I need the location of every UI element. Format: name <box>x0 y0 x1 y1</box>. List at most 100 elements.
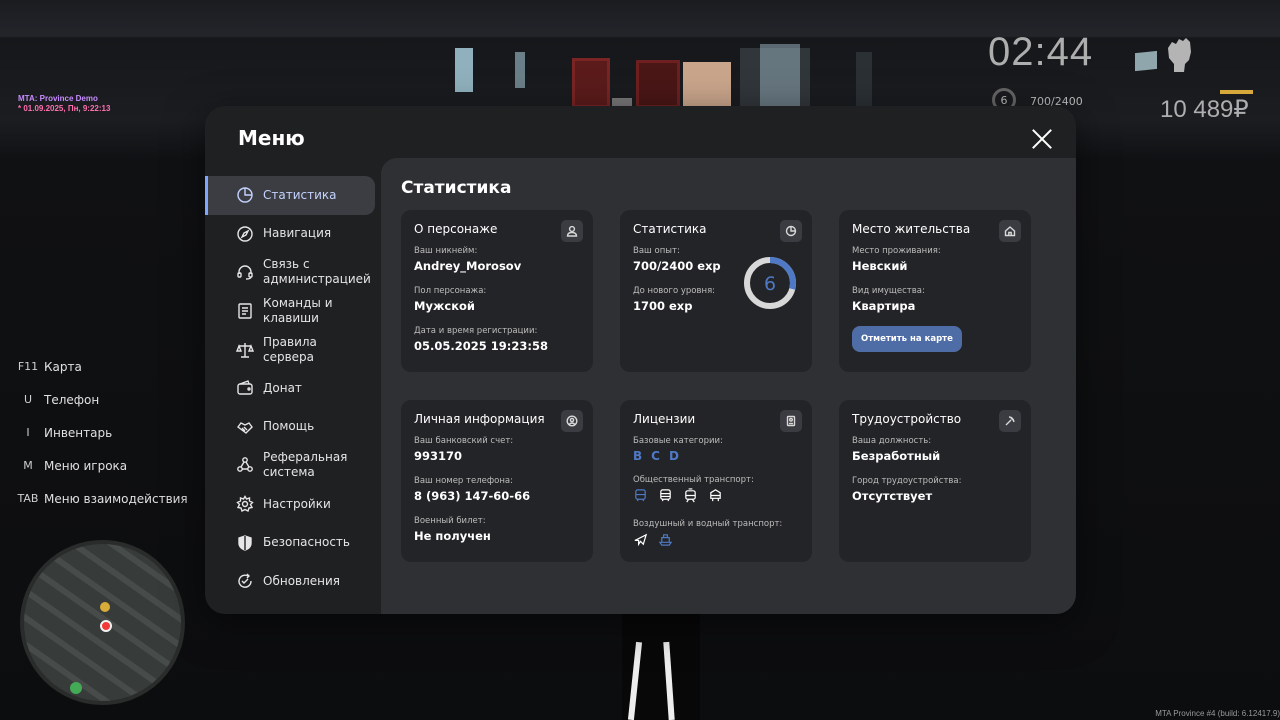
money-bar <box>1220 90 1253 94</box>
hotkey-row: F11 Карта <box>12 350 188 383</box>
sidebar-item-referral[interactable]: Реферальная система <box>205 446 381 485</box>
sidebar-item-label: Помощь <box>263 419 315 434</box>
building-window <box>760 44 800 110</box>
user-icon <box>561 220 583 242</box>
hud-money: 10 489₽ <box>1160 96 1249 123</box>
user-circle-icon <box>561 410 583 432</box>
minimap <box>20 540 185 705</box>
gender-value: Мужской <box>414 299 475 313</box>
field-label: Общественный транспорт: <box>633 475 754 485</box>
air-water-transport-icons <box>633 532 799 551</box>
player-marker-icon <box>100 620 112 632</box>
sidebar-item-label: Обновления <box>263 573 341 588</box>
military-id-value: Не получен <box>414 529 491 543</box>
card-title: Место жительства <box>852 222 971 236</box>
menu-title: Меню <box>238 126 305 150</box>
hotkey-key: TAB <box>17 492 39 505</box>
employment-card: Трудоустройство Ваша должность: Безработ… <box>839 400 1031 562</box>
hotkey-row: TAB Меню взаимодействия <box>12 482 188 515</box>
boat-icon <box>658 532 673 551</box>
sidebar-item-label: Правила сервера <box>263 334 317 364</box>
field-label: Военный билет: <box>414 516 486 526</box>
card-title: Личная информация <box>414 412 545 426</box>
map-marker-icon <box>100 602 110 612</box>
build-info: MTA Province #4 (build: 6.12417.9) <box>1155 709 1280 718</box>
sidebar-item-admin-contact[interactable]: Связь с администрацией <box>205 253 381 292</box>
sidebar-item-statistics[interactable]: Статистика <box>205 176 375 215</box>
license-category: B <box>633 449 643 463</box>
mark-on-map-button[interactable]: Отметить на карте <box>852 326 962 352</box>
sidebar-item-rules[interactable]: Правила сервера <box>205 330 381 369</box>
sidebar-item-security[interactable]: Безопасность <box>205 523 381 562</box>
field-label: Базовые категории: <box>633 436 723 446</box>
hotkey-list: F11 Карта U Телефон I Инвентарь M Меню игрок… <box>12 350 188 515</box>
hotkey-label: Карта <box>44 359 82 374</box>
sidebar-item-settings[interactable]: Настройки <box>205 485 381 524</box>
card-title: О персонаже <box>414 222 498 236</box>
building-window <box>1135 50 1157 72</box>
residence-card: Место жительства Место проживания: Невск… <box>839 210 1031 372</box>
field-label: Место проживания: <box>852 246 941 256</box>
hotkey-label: Меню взаимодействия <box>44 491 188 506</box>
licenses-card: Лицензии Базовые категории: B C D Общест… <box>620 400 812 562</box>
hotkey-key: U <box>23 393 33 406</box>
tram-icon <box>683 488 698 507</box>
field-label: Вид имущества: <box>852 286 925 296</box>
character-card: О персонаже Ваш никнейм: Andrey_Morosov … <box>401 210 593 372</box>
scales-icon <box>235 341 255 359</box>
network-icon <box>236 456 254 474</box>
field-label: Город трудоустройства: <box>852 476 962 486</box>
sidebar-item-label: Статистика <box>263 187 337 202</box>
stats-content: Статистика О персонаже Ваш никнейм: Andr… <box>381 158 1076 614</box>
sidebar-item-label: Навигация <box>263 226 332 241</box>
player-character <box>622 612 700 720</box>
hotkey-key: F11 <box>17 360 39 373</box>
hotkey-row: M Меню игрока <box>12 449 188 482</box>
field-label: Ваш никнейм: <box>414 246 478 256</box>
sidebar-item-label: Связь с администрацией <box>263 257 371 287</box>
building-window <box>515 52 525 88</box>
map-marker-icon <box>70 682 82 694</box>
sidebar-item-help[interactable]: Помощь <box>205 408 381 447</box>
card-title: Лицензии <box>633 412 696 426</box>
pickaxe-icon <box>999 410 1021 432</box>
bus-icon <box>633 488 648 507</box>
sidebar-item-label: Команды и клавиши <box>263 296 333 326</box>
document-icon <box>236 302 254 320</box>
building-window <box>455 48 473 92</box>
compass-icon <box>236 225 254 243</box>
sidebar-item-commands[interactable]: Команды и клавиши <box>205 292 381 331</box>
server-tag: MTA: Province Demo * 01.09.2025, Пн, 9:2… <box>18 94 110 114</box>
sidebar-item-donate[interactable]: Донат <box>205 369 381 408</box>
close-button[interactable] <box>1031 128 1053 150</box>
license-category: C <box>651 449 660 463</box>
trolleybus-icon <box>708 488 723 507</box>
hotkey-key: M <box>23 459 33 472</box>
nickname-value: Andrey_Morosov <box>414 259 522 273</box>
sidebar-item-updates[interactable]: Обновления <box>205 562 381 601</box>
building-door <box>572 58 610 108</box>
menu-sidebar: Статистика Навигация Связь с администрац… <box>205 176 381 601</box>
pie-chart-icon <box>780 220 802 242</box>
sidebar-item-label: Донат <box>263 380 302 395</box>
registration-value: 05.05.2025 19:23:58 <box>414 339 548 353</box>
position-value: Безработный <box>852 449 941 463</box>
sidebar-item-label: Безопасность <box>263 535 350 550</box>
sidebar-item-label: Настройки <box>263 496 331 511</box>
hotkey-label: Телефон <box>44 392 100 407</box>
license-icon <box>780 410 802 432</box>
sidebar-item-navigation[interactable]: Навигация <box>205 215 381 254</box>
hotkey-label: Меню игрока <box>44 458 128 473</box>
headset-icon <box>236 263 254 281</box>
wallet-icon <box>236 379 254 397</box>
place-value: Невский <box>852 259 908 273</box>
shield-icon <box>236 534 254 552</box>
field-label: Дата и время регистрации: <box>414 326 538 336</box>
hotkey-row: I Инвентарь <box>12 416 188 449</box>
field-label: Воздушный и водный транспорт: <box>633 519 783 529</box>
license-category: D <box>668 449 679 463</box>
gear-icon <box>236 495 254 513</box>
employment-city-value: Отсутствует <box>852 489 933 503</box>
level-progress-ring: 6 <box>744 257 796 309</box>
fist-icon <box>1162 34 1196 74</box>
